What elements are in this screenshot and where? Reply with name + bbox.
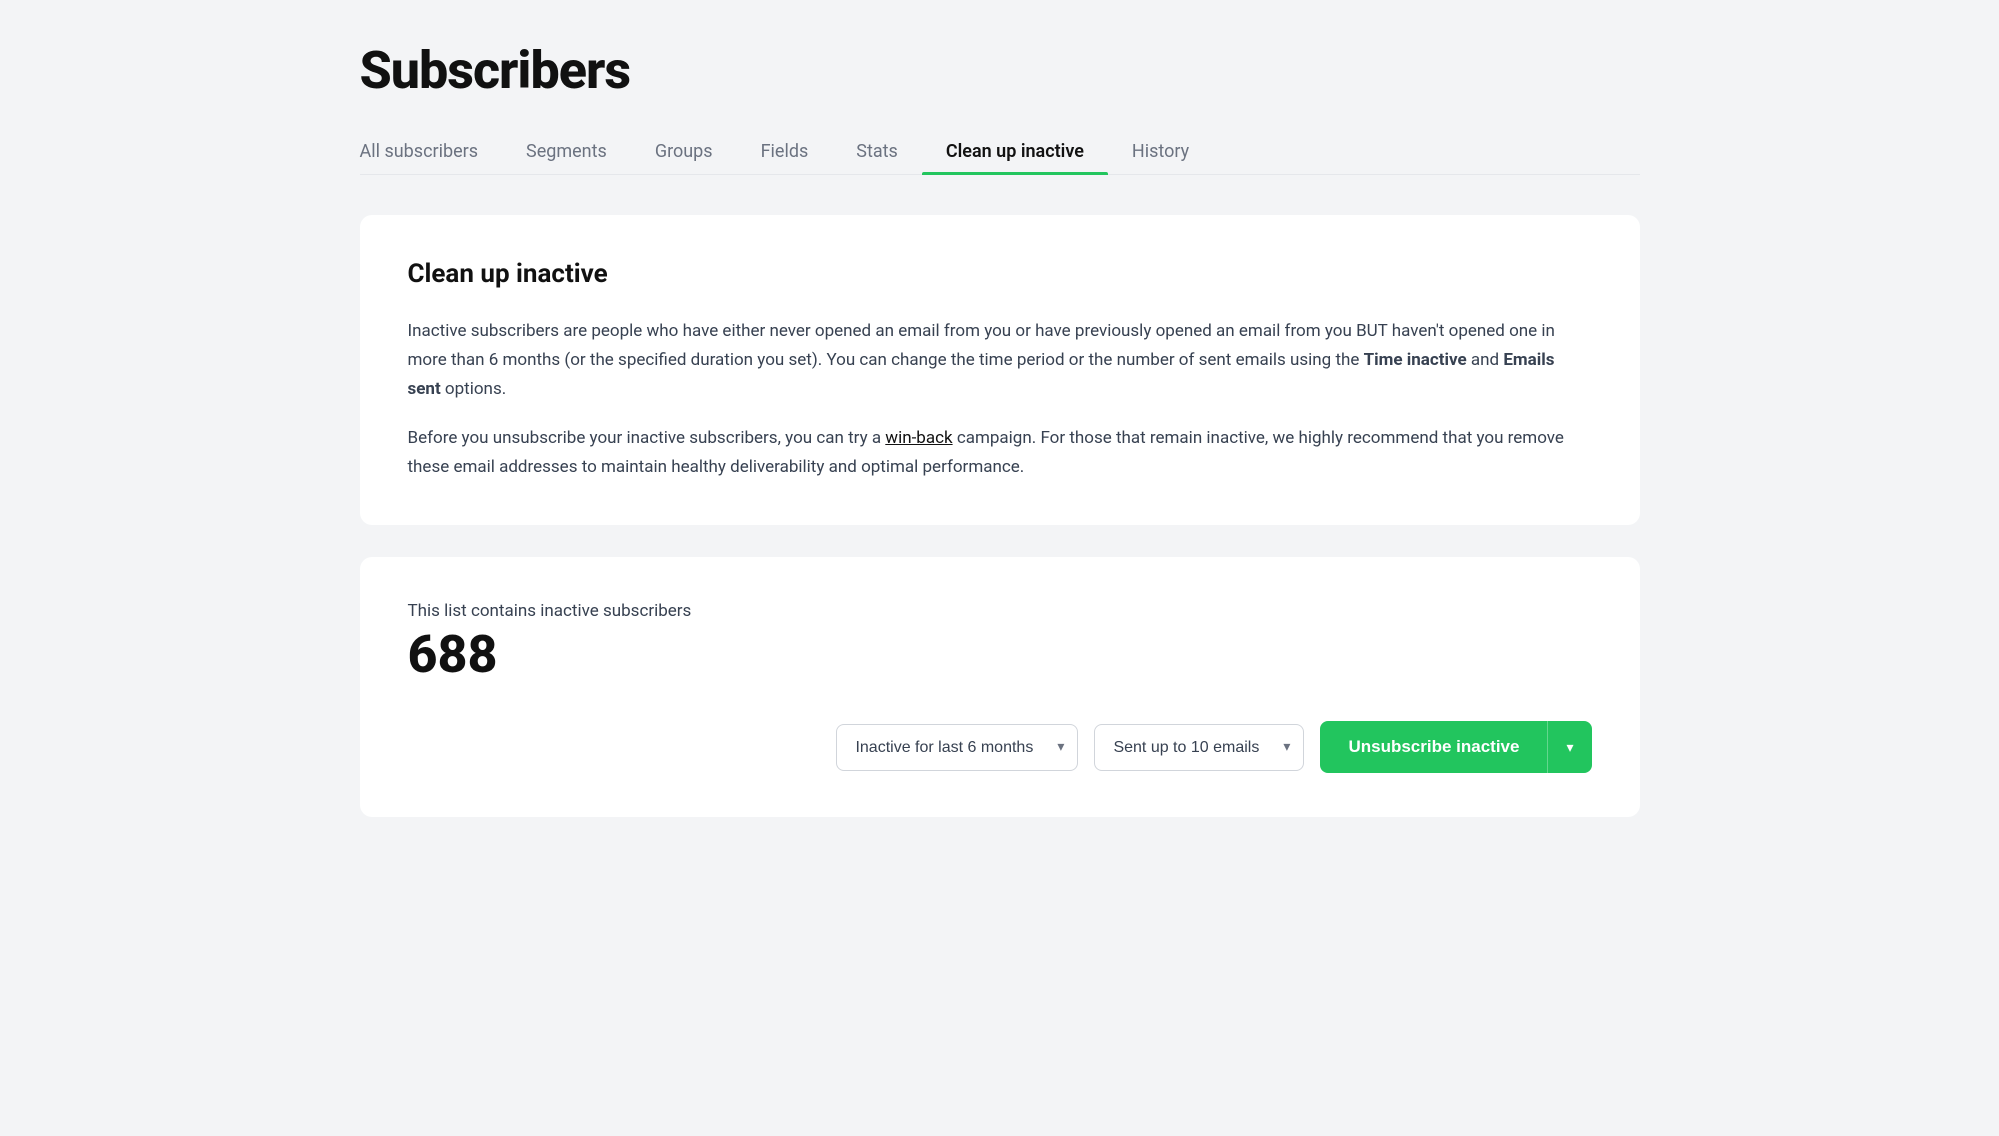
stats-card: This list contains inactive subscribers … bbox=[360, 557, 1640, 817]
stats-footer: Inactive for last 6 months Inactive for … bbox=[408, 721, 1592, 773]
info-card-title: Clean up inactive bbox=[408, 259, 1592, 289]
stats-label: This list contains inactive subscribers bbox=[408, 601, 1592, 621]
unsubscribe-btn-group: Unsubscribe inactive ▾ bbox=[1320, 721, 1591, 773]
info-card: Clean up inactive Inactive subscribers a… bbox=[360, 215, 1640, 525]
emails-filter-select[interactable]: Sent up to 10 emails Sent up to 5 emails… bbox=[1094, 724, 1304, 771]
info-paragraph-2: Before you unsubscribe your inactive sub… bbox=[408, 424, 1592, 482]
filters-row: Inactive for last 6 months Inactive for … bbox=[836, 724, 1304, 771]
tab-history[interactable]: History bbox=[1108, 129, 1213, 174]
emails-filter-wrapper: Sent up to 10 emails Sent up to 5 emails… bbox=[1094, 724, 1304, 771]
info-paragraph-1: Inactive subscribers are people who have… bbox=[408, 317, 1592, 404]
tabs-nav: All subscribers Segments Groups Fields S… bbox=[360, 129, 1640, 175]
tab-stats[interactable]: Stats bbox=[832, 129, 922, 174]
unsubscribe-chevron-button[interactable]: ▾ bbox=[1547, 721, 1591, 773]
unsubscribe-inactive-button[interactable]: Unsubscribe inactive bbox=[1320, 721, 1547, 773]
tab-all-subscribers[interactable]: All subscribers bbox=[360, 129, 503, 174]
inactive-filter-select[interactable]: Inactive for last 6 months Inactive for … bbox=[836, 724, 1078, 771]
inactive-count: 688 bbox=[408, 629, 1592, 681]
tab-fields[interactable]: Fields bbox=[737, 129, 833, 174]
tab-clean-up-inactive[interactable]: Clean up inactive bbox=[922, 129, 1108, 174]
page-title: Subscribers bbox=[360, 40, 1640, 101]
win-back-link[interactable]: win-back bbox=[885, 428, 952, 448]
chevron-down-icon: ▾ bbox=[1566, 739, 1573, 755]
tab-groups[interactable]: Groups bbox=[631, 129, 737, 174]
inactive-filter-wrapper: Inactive for last 6 months Inactive for … bbox=[836, 724, 1078, 771]
info-card-body: Inactive subscribers are people who have… bbox=[408, 317, 1592, 481]
tab-segments[interactable]: Segments bbox=[502, 129, 631, 174]
